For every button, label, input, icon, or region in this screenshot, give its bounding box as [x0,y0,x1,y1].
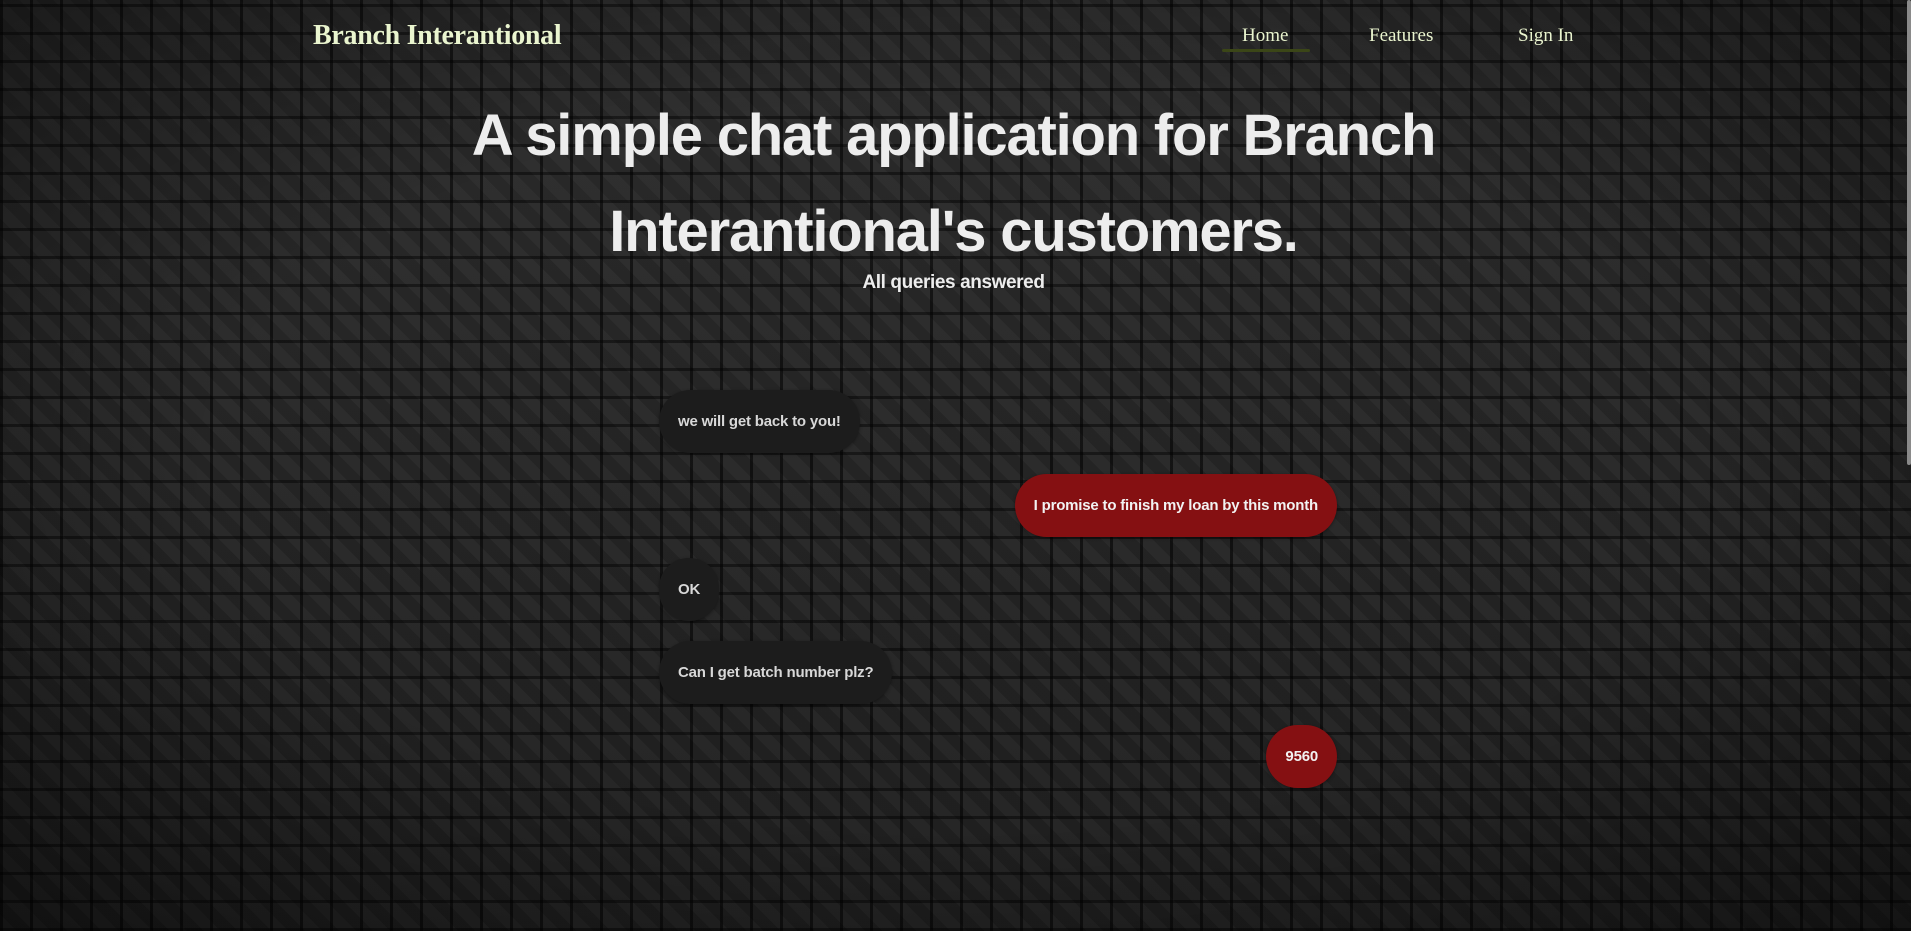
chat-message-outgoing: I promise to finish my loan by this mont… [1014,474,1337,537]
nav-link-home[interactable]: Home [1242,25,1288,47]
chat-message-incoming: OK [659,558,720,621]
hero-title: A simple chat application for Branch Int… [471,103,1437,264]
hero-subtitle: All queries answered [862,272,1045,293]
nav-active-indicator [1222,49,1310,52]
chat-message-incoming: Can I get batch number plz? [659,641,893,704]
nav-link-sign-in[interactable]: Sign In [1518,25,1573,47]
nav-link-features[interactable]: Features [1369,25,1433,47]
chat-message-incoming: we will get back to you! [659,390,860,453]
navbar: Branch Interantional Home Features Sign … [0,0,1911,70]
chat-message-outgoing: 9560 [1266,725,1337,788]
brand-logo-text[interactable]: Branch Interantional [313,20,562,52]
